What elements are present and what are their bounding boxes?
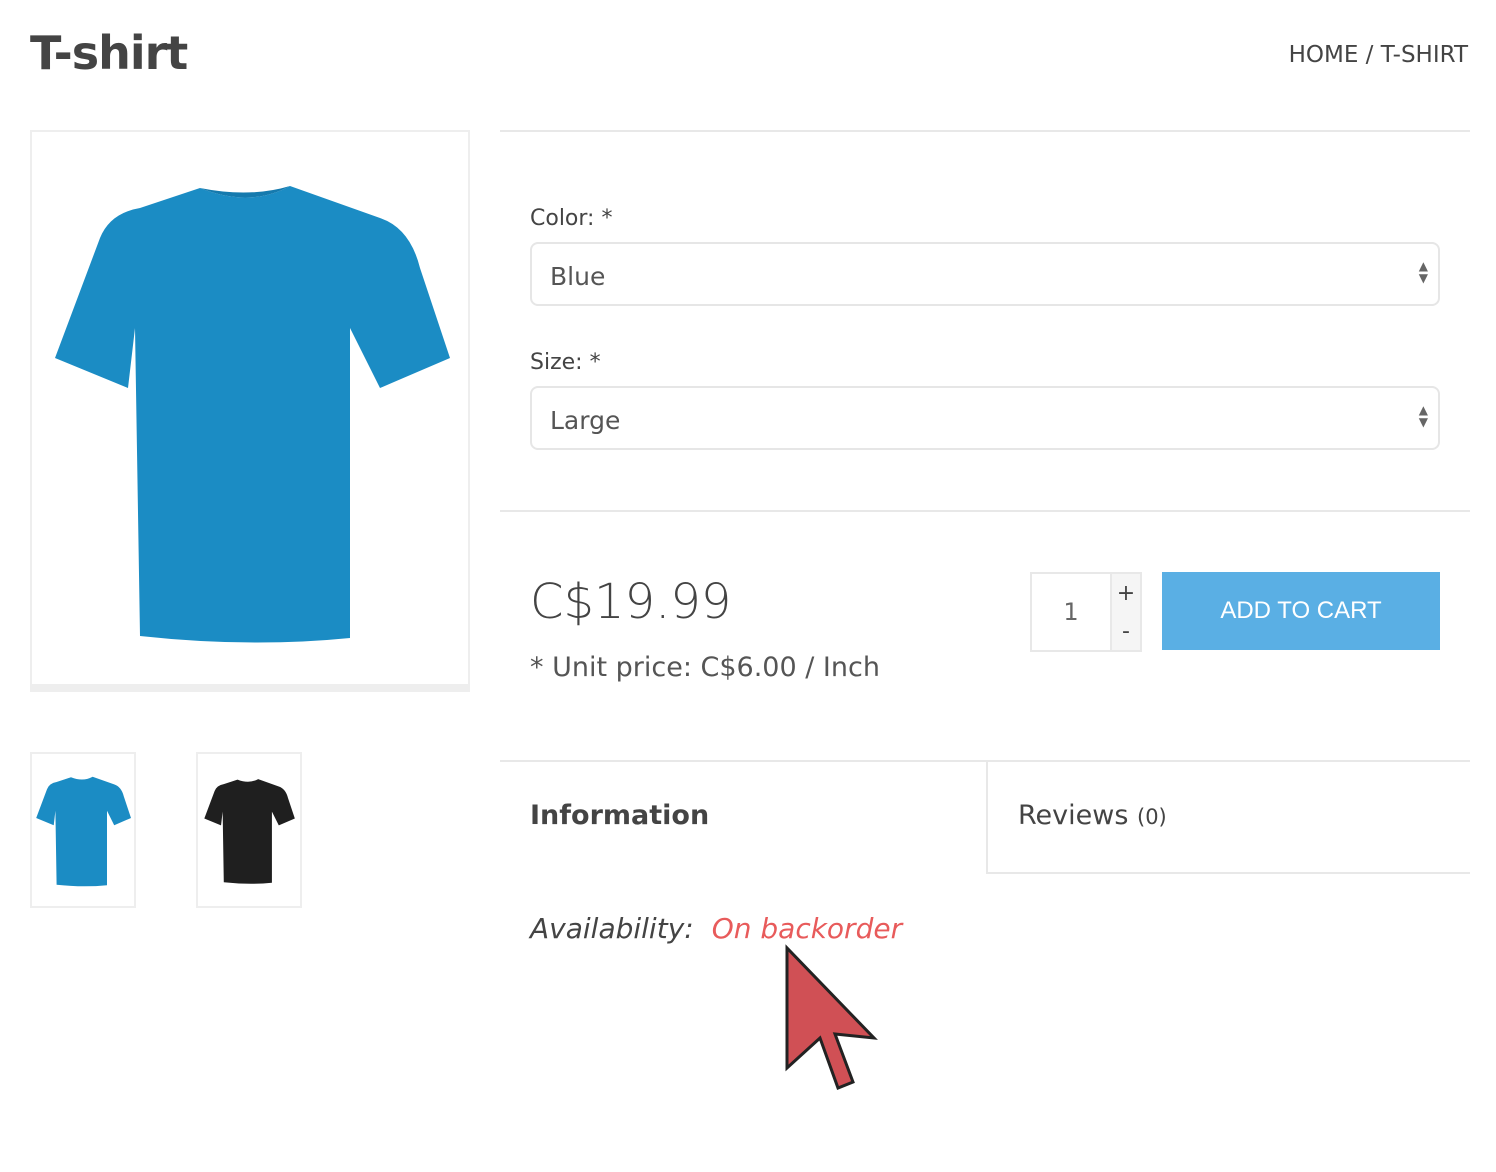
tab-reviews-label: Reviews [1018, 800, 1129, 831]
divider [500, 510, 1470, 512]
thumbnail-blue[interactable] [30, 752, 136, 908]
availability: Availability: On backorder [530, 912, 902, 945]
select-arrows-icon: ▲ ▼ [1418, 259, 1428, 285]
price: C$19.99 [530, 574, 732, 630]
size-value: Large [550, 406, 621, 435]
thumbnail-black[interactable] [196, 752, 302, 908]
main-product-image[interactable] [30, 130, 470, 692]
unit-price: * Unit price: C$6.00 / Inch [530, 652, 880, 683]
mouse-cursor-icon [785, 944, 878, 1090]
divider [500, 130, 1470, 132]
breadcrumb[interactable]: HOME / T-SHIRT [1289, 42, 1468, 68]
increment-button[interactable]: + [1117, 581, 1135, 606]
tshirt-blue-thumb [36, 776, 131, 887]
tshirt-black-thumb [204, 779, 295, 884]
tshirt-image [55, 186, 450, 643]
size-select[interactable]: Large ▲ ▼ [530, 386, 1440, 450]
page-title: T-shirt [30, 26, 188, 80]
reviews-count: (0) [1137, 805, 1167, 829]
quantity-input[interactable]: 1 [1032, 574, 1110, 650]
size-label: Size: * [530, 350, 601, 375]
select-arrows-icon: ▲ ▼ [1418, 403, 1428, 429]
tab-reviews[interactable]: Reviews (0) [986, 760, 1470, 874]
color-label: Color: * [530, 206, 613, 231]
availability-label: Availability: [530, 912, 694, 945]
add-to-cart-button[interactable]: ADD TO CART [1162, 572, 1440, 650]
color-value: Blue [550, 262, 606, 291]
quantity-stepper: 1 + - [1030, 572, 1142, 652]
color-select[interactable]: Blue ▲ ▼ [530, 242, 1440, 306]
availability-status: On backorder [711, 912, 903, 945]
decrement-button[interactable]: - [1122, 619, 1130, 644]
tab-information[interactable]: Information [530, 800, 709, 831]
